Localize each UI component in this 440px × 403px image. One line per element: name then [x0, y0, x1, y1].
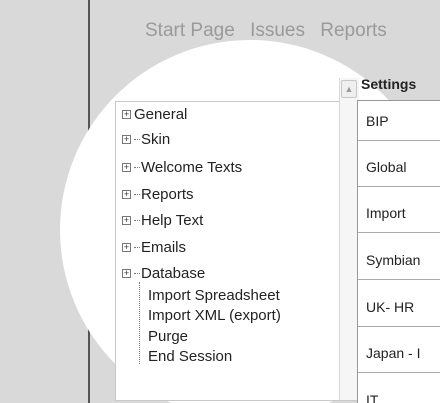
nav-reports[interactable]: Reports — [320, 20, 387, 41]
settings-row[interactable]: Global — [358, 147, 440, 187]
tree-connector — [134, 247, 140, 248]
plus-box-icon[interactable]: + — [122, 269, 131, 278]
nav-start-page[interactable]: Start Page — [145, 20, 235, 41]
tree-child-import-spreadsheet[interactable]: Import Spreadsheet — [148, 287, 280, 304]
settings-table: BIP Global Import Symbian UK- HR Japan -… — [357, 100, 440, 403]
plus-box-icon[interactable]: + — [122, 243, 131, 252]
settings-row[interactable]: IT — [358, 380, 440, 403]
tree-connector — [134, 273, 140, 274]
tree-item-general[interactable]: + General — [122, 106, 187, 123]
tree-connector — [134, 194, 140, 195]
top-nav: Start Page Issues Reports — [145, 20, 397, 42]
tree-item-reports[interactable]: + Reports — [122, 186, 194, 203]
plus-box-icon[interactable]: + — [122, 135, 131, 144]
settings-title: Settings — [361, 76, 417, 92]
plus-box-icon[interactable]: + — [122, 216, 131, 225]
plus-box-icon[interactable]: + — [122, 190, 131, 199]
tree-item-skin[interactable]: + Skin — [122, 131, 170, 148]
tree-connector — [134, 167, 140, 168]
plus-box-icon[interactable]: + — [122, 110, 131, 119]
tree-scrollbar[interactable]: ▲ — [339, 78, 359, 400]
tree-item-welcome-texts[interactable]: + Welcome Texts — [122, 159, 242, 176]
tree-connector — [134, 139, 140, 140]
tree-child-purge[interactable]: Purge — [148, 328, 188, 345]
settings-row[interactable]: UK- HR — [358, 287, 440, 327]
nav-issues[interactable]: Issues — [250, 20, 305, 41]
tree-item-help-text[interactable]: + Help Text — [122, 212, 203, 229]
tree-vertical-connector — [139, 282, 140, 364]
tree-item-emails[interactable]: + Emails — [122, 239, 186, 256]
scroll-up-button[interactable]: ▲ — [341, 80, 357, 98]
plus-box-icon[interactable]: + — [122, 163, 131, 172]
tree-connector — [134, 220, 140, 221]
settings-row[interactable]: BIP — [358, 101, 440, 141]
settings-row[interactable]: Import — [358, 193, 440, 233]
screenshot-stage: Start Page Issues Reports Settings ▲ + G… — [0, 0, 440, 403]
settings-row[interactable]: Symbian — [358, 240, 440, 280]
settings-row[interactable]: Japan - I — [358, 333, 440, 373]
tree-child-end-session[interactable]: End Session — [148, 348, 232, 365]
caret-up-icon: ▲ — [344, 84, 354, 94]
tree-child-import-xml[interactable]: Import XML (export) — [148, 307, 281, 324]
tree-item-database[interactable]: + Database — [122, 265, 205, 282]
